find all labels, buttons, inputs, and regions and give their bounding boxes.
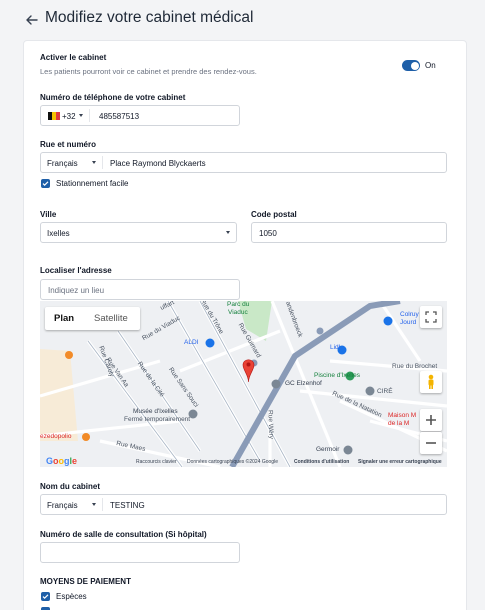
divider	[102, 156, 103, 169]
map-label: Colruy	[400, 311, 419, 318]
report-error-link[interactable]: Signaler une erreur cartographique	[358, 459, 442, 465]
map-label: Parc du	[227, 301, 250, 308]
city-value[interactable]: Ixelles	[47, 229, 70, 238]
address-label: Rue et numéro	[40, 140, 97, 149]
fullscreen-icon	[425, 311, 437, 323]
map-label: Fermé temporairement	[124, 416, 191, 423]
map-label: Germoir	[316, 446, 340, 453]
keyboard-shortcuts-link[interactable]: Raccourcis clavier	[136, 459, 177, 465]
minus-icon	[426, 442, 436, 444]
divider	[102, 498, 103, 511]
chevron-down-icon[interactable]	[92, 161, 96, 164]
street-view-button[interactable]	[420, 371, 442, 393]
toggle-state-text: On	[425, 61, 436, 70]
map-label: ezedopolio	[40, 433, 72, 440]
locate-placeholder[interactable]: Indiquez un lieu	[48, 286, 104, 295]
city-label: Ville	[40, 210, 57, 219]
address-value[interactable]: Place Raymond Blyckaerts	[110, 159, 206, 168]
map-label: CIRÉ	[377, 388, 393, 395]
phone-label: Numéro de téléphone de votre cabinet	[40, 93, 186, 102]
check-icon	[42, 181, 49, 187]
pegman-icon	[428, 374, 434, 389]
room-label: Numéro de salle de consultation (Si hôpi…	[40, 530, 207, 539]
cash-checkbox[interactable]	[41, 592, 50, 601]
activate-label: Activer le cabinet	[40, 53, 107, 62]
belgium-flag-icon[interactable]	[48, 112, 60, 120]
activate-toggle[interactable]	[402, 60, 420, 71]
postal-input[interactable]: 1050	[251, 222, 447, 243]
phone-input[interactable]: +32 485587513	[40, 105, 240, 126]
cash-label: Espèces	[56, 592, 87, 601]
map-footer: Raccourcis clavier Données cartographiqu…	[40, 458, 447, 467]
postal-label: Code postal	[251, 210, 297, 219]
map-type-toggle: Plan Satellite	[45, 307, 140, 330]
map-label: Rue du Brochet	[392, 363, 438, 370]
map-data-text: Données cartographiques ©2024 Google	[187, 459, 278, 465]
cabinet-name-label: Nom du cabinet	[40, 482, 101, 491]
map-label: GC Elzenhof	[285, 380, 322, 387]
parking-checkbox[interactable]	[41, 179, 50, 188]
terms-link[interactable]: Conditions d'utilisation	[294, 459, 349, 465]
plus-icon	[426, 415, 436, 425]
payment-heading: MOYENS DE PAIEMENT	[40, 577, 131, 586]
chevron-down-icon[interactable]	[226, 231, 230, 234]
page-title: Modifiez votre cabinet médical	[45, 9, 254, 26]
divider	[89, 109, 90, 122]
map-label: Viaduc	[228, 309, 248, 316]
address-input[interactable]: Français Place Raymond Blyckaerts	[40, 152, 447, 173]
parking-label: Stationnement facile	[56, 179, 129, 188]
room-input[interactable]	[40, 542, 240, 563]
phone-value[interactable]: 485587513	[99, 112, 139, 121]
map-label: Rue Wéry	[266, 409, 275, 440]
chevron-down-icon[interactable]	[92, 503, 96, 506]
chevron-down-icon[interactable]	[79, 114, 83, 117]
toggle-knob	[410, 61, 419, 70]
map[interactable]: Parc du Viaduc Rue du Viaduc Rue du Trôn…	[40, 301, 447, 467]
map-label: Lidl	[330, 344, 341, 351]
tab-satellite[interactable]: Satellite	[94, 313, 128, 324]
locate-input[interactable]: Indiquez un lieu	[40, 279, 240, 300]
fullscreen-button[interactable]	[420, 306, 442, 328]
cabinet-name-language[interactable]: Français	[47, 501, 78, 510]
cabinet-name-input[interactable]: Français TESTING	[40, 494, 447, 515]
map-label: ALDI	[184, 339, 199, 346]
zoom-in-button[interactable]	[420, 409, 442, 431]
address-language[interactable]: Français	[47, 159, 78, 168]
header: Modifiez votre cabinet médical	[0, 0, 485, 40]
zoom-out-button[interactable]	[420, 432, 442, 454]
activate-description: Les patients pourront voir ce cabinet et…	[40, 67, 257, 76]
map-label: Piscine d'Ixelles	[314, 372, 361, 379]
postal-value[interactable]: 1050	[259, 229, 277, 238]
check-icon	[42, 594, 49, 600]
city-select[interactable]: Ixelles	[40, 222, 237, 243]
back-arrow-icon[interactable]	[24, 12, 40, 28]
map-label: Musée d'Ixelles	[133, 408, 178, 415]
country-code[interactable]: +32	[62, 112, 76, 121]
map-label: de la M	[388, 420, 410, 427]
map-label: Maison M	[388, 412, 417, 419]
cabinet-name-value[interactable]: TESTING	[110, 501, 145, 510]
tab-plan[interactable]: Plan	[54, 313, 74, 324]
locate-label: Localiser l'adresse	[40, 266, 112, 275]
map-label: Jourd	[400, 319, 417, 326]
